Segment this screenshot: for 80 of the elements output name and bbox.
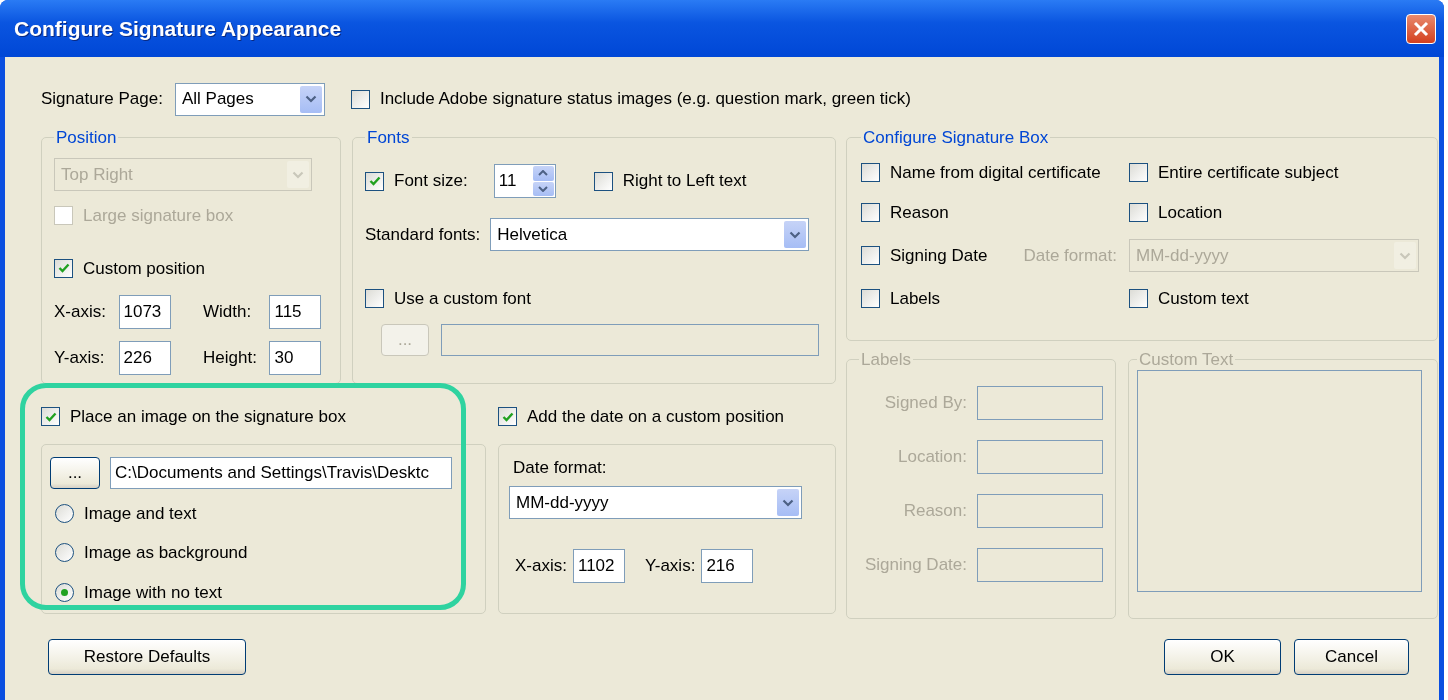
group-title: Fonts bbox=[366, 129, 411, 146]
checkbox-label: Custom text bbox=[1158, 288, 1249, 310]
checkbox[interactable] bbox=[54, 258, 73, 278]
checkmark-icon bbox=[368, 175, 381, 187]
checkbox-label: Use a custom font bbox=[394, 288, 531, 310]
field-label: Signature Page: bbox=[41, 88, 163, 111]
dropdown[interactable]: MM-dd-yyyy bbox=[509, 486, 802, 519]
checkbox[interactable] bbox=[1129, 163, 1148, 183]
chevron-down-icon bbox=[1399, 251, 1411, 260]
checkbox-label: Location bbox=[1158, 201, 1223, 224]
checkbox-label: Add the date on a custom position bbox=[527, 406, 785, 428]
chevron-down-icon bbox=[292, 170, 304, 179]
dropdown[interactable]: All Pages bbox=[174, 82, 325, 116]
field-label: X-axis: bbox=[515, 555, 567, 578]
field-label: Width: bbox=[203, 301, 253, 324]
checkbox-label: Custom position bbox=[83, 257, 205, 280]
ok-button[interactable]: OK bbox=[1164, 639, 1281, 675]
chevron-down-icon bbox=[789, 230, 802, 239]
checkbox-label: Place an image on the signature box bbox=[70, 406, 346, 428]
checkmark-icon bbox=[57, 262, 70, 275]
checkbox[interactable] bbox=[365, 289, 384, 309]
field-label: Y-axis: bbox=[54, 347, 106, 370]
field-label: Signed By: bbox=[883, 392, 967, 415]
checkbox[interactable] bbox=[861, 289, 880, 309]
radio-label: Image and text bbox=[84, 502, 197, 525]
group-title: Labels bbox=[860, 351, 913, 368]
browse-button[interactable]: ... bbox=[50, 456, 100, 489]
checkbox[interactable] bbox=[1129, 289, 1148, 309]
group-title: Custom Text bbox=[1138, 351, 1235, 368]
checkmark-icon bbox=[44, 410, 57, 423]
checkbox[interactable] bbox=[41, 407, 60, 427]
text-field[interactable]: C:\Documents and Settings\Travis\Desktc bbox=[110, 456, 452, 489]
checkbox-label: Name from digital certificate bbox=[890, 162, 1101, 184]
chevron-down-icon bbox=[782, 498, 794, 507]
checkbox-label: Signing Date bbox=[890, 244, 988, 267]
checkbox[interactable] bbox=[593, 171, 613, 191]
text-field[interactable]: 216 bbox=[701, 549, 754, 583]
radio-button[interactable] bbox=[55, 543, 74, 563]
checkbox[interactable] bbox=[365, 171, 384, 191]
field-label: Height: bbox=[203, 347, 258, 370]
restore-defaults-button[interactable]: Restore Defaults bbox=[48, 639, 246, 675]
field-label: Reason: bbox=[902, 500, 967, 523]
checkbox[interactable] bbox=[350, 89, 370, 109]
field-label: Signing Date: bbox=[863, 554, 967, 577]
radio-label: Image with no text bbox=[84, 581, 222, 604]
close-icon bbox=[1413, 20, 1429, 37]
checkmark-icon bbox=[501, 410, 514, 423]
chevron-down-icon bbox=[304, 95, 317, 103]
checkbox-label: Labels bbox=[890, 288, 941, 310]
group-title: Configure Signature Box bbox=[862, 129, 1050, 146]
checkbox-label: Include Adobe signature status images (e.g. question mark, green tick) bbox=[379, 88, 911, 111]
checkbox-label: Entire certificate subject bbox=[1158, 162, 1339, 184]
field-label: Date format: bbox=[512, 456, 608, 479]
field-label: Date format: bbox=[1023, 244, 1117, 267]
dropdown[interactable]: Helvetica bbox=[490, 218, 810, 251]
radio-button[interactable] bbox=[55, 582, 74, 602]
field-label: Y-axis: bbox=[644, 555, 696, 578]
text-field[interactable]: 226 bbox=[118, 341, 171, 375]
checkbox[interactable] bbox=[1129, 202, 1148, 222]
window-title: Configure Signature Appearance bbox=[14, 15, 342, 42]
checkbox-label: Font size: bbox=[394, 170, 468, 193]
close-button[interactable] bbox=[1406, 13, 1436, 44]
radio-label: Image as background bbox=[84, 542, 248, 564]
field-label: X-axis: bbox=[54, 301, 107, 324]
field-label: Standard fonts: bbox=[365, 223, 481, 246]
checkbox[interactable] bbox=[498, 407, 517, 427]
field-label: Location: bbox=[897, 446, 967, 469]
checkbox-label: Right to Left text bbox=[622, 170, 747, 193]
text-field[interactable]: 30 bbox=[269, 341, 322, 375]
text-field[interactable]: 1102 bbox=[572, 549, 625, 583]
text-field[interactable]: 115 bbox=[269, 295, 322, 329]
checkbox[interactable] bbox=[861, 163, 880, 183]
checkbox[interactable] bbox=[861, 246, 880, 265]
checkbox[interactable] bbox=[861, 202, 880, 222]
checkbox-label: Large signature box bbox=[83, 205, 234, 227]
group-title: Position bbox=[55, 129, 118, 146]
cancel-button[interactable]: Cancel bbox=[1294, 639, 1409, 675]
radio-button[interactable] bbox=[55, 503, 74, 523]
text-field[interactable]: 1073 bbox=[118, 295, 171, 329]
checkbox-label: Reason bbox=[890, 201, 949, 224]
